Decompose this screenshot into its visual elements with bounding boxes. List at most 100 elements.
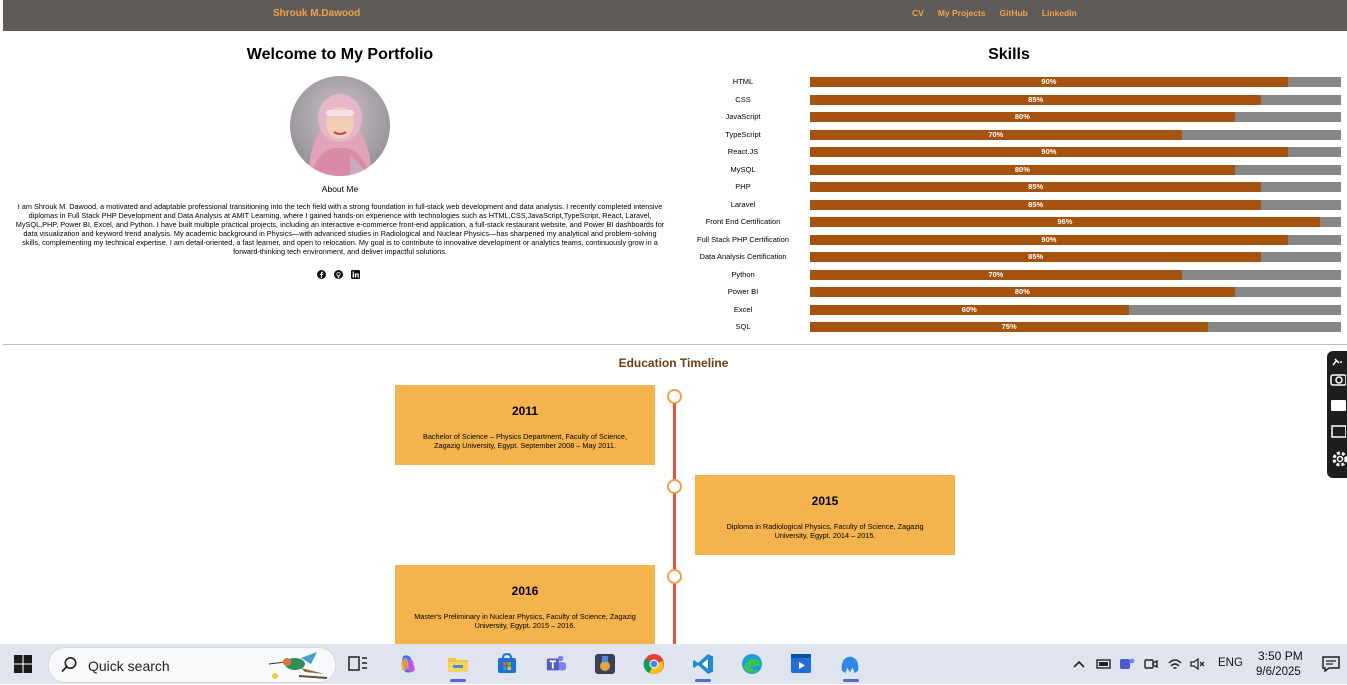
skill-progress-track: 85% [810,252,1341,262]
gear-icon[interactable] [1330,450,1347,467]
github-icon[interactable] [334,266,343,279]
skill-row: JavaScript 80% [680,112,1341,122]
clock-date[interactable]: 9/6/2025 [1256,666,1301,678]
skill-name: PHP [735,182,751,191]
region-select-icon[interactable] [1330,424,1347,438]
taskbar-search-box[interactable]: Quick search [48,647,336,683]
skill-percent-label: 90% [1041,234,1057,244]
app-icon[interactable] [839,653,861,682]
timeline-year: 2015 [811,494,839,508]
battery-icon[interactable] [1094,653,1114,675]
video-editor-icon[interactable] [790,653,812,675]
game-app-icon[interactable] [594,653,616,675]
skill-progress-track: 90% [810,147,1341,157]
education-timeline-title: Education Timeline [618,356,729,370]
skill-progress-track: 80% [810,287,1341,297]
skill-row: Data Analysis Certification 85% [680,252,1341,262]
file-explorer-icon[interactable] [447,653,469,682]
skill-progress-track: 85% [810,94,1341,105]
meet-icon[interactable] [1141,653,1161,675]
skill-percent-label: 80% [1014,112,1030,121]
skill-progress-track: 60% [810,304,1341,315]
task-view-icon[interactable] [347,653,369,675]
windows-taskbar: Quick search ENG 3:50 PM 9/6/2025 [0,644,1347,684]
active-indicator [843,679,859,682]
wifi-icon[interactable] [1165,653,1185,675]
skill-name: Front End Certification [705,217,781,226]
skill-name: Data Analysis Certification [699,252,787,261]
skills-heading: Skills [988,46,1030,63]
skill-progress-track: 85% [810,182,1341,192]
timeline-dot [667,569,682,584]
timeline-line [673,395,676,645]
teams-icon[interactable] [545,653,567,675]
vscode-icon[interactable] [692,653,714,682]
clock-time[interactable]: 3:50 PM [1258,649,1303,663]
skill-name: JavaScript [725,112,761,121]
nav-link-github[interactable]: GitHub [1000,8,1028,18]
skill-row: HTML 90% [680,77,1341,87]
pin-icon[interactable] [1330,354,1346,368]
timeline-description: Bachelor of Science – Physics Department… [422,432,627,450]
skill-progress-track: 96% [810,217,1341,227]
nav-links: CV My Projects GitHub LinkedIn [912,8,1077,18]
skill-row: PHP 85% [680,182,1341,192]
skill-name: Full Stack PHP Certification [697,234,789,244]
skill-name: SQL [735,322,751,331]
timeline-dot [667,389,682,404]
chrome-icon[interactable] [643,653,665,675]
skill-progress-track: 90% [810,77,1341,87]
nav-link-linkedin[interactable]: LinkedIn [1042,8,1077,18]
skill-progress-track: 80% [810,164,1341,175]
facebook-icon[interactable] [317,266,326,279]
skill-percent-label: 80% [1014,287,1030,296]
skill-name: TypeScript [725,129,761,139]
microsoft-store-icon[interactable] [496,653,518,675]
notifications-icon[interactable] [1321,653,1341,675]
skill-name: HTML [732,77,754,86]
search-icon [60,656,78,679]
welcome-heading: Welcome to My Portfolio [246,46,434,63]
skill-name: MySQL [730,164,756,174]
camera-icon[interactable] [1330,372,1347,386]
skill-percent-label: 90% [1041,147,1057,156]
skill-progress-track: 70% [810,129,1341,140]
skill-progress-track: 70% [810,269,1341,280]
brand-link[interactable]: Shrouk M.Dawood [273,8,360,19]
volume-muted-icon[interactable] [1188,653,1208,675]
copilot-icon[interactable] [397,653,419,675]
skill-row: TypeScript 70% [680,129,1341,140]
nav-link-cv[interactable]: CV [912,8,924,18]
linkedin-icon[interactable] [351,266,360,279]
skill-row: Python 70% [680,269,1341,280]
video-icon[interactable] [1330,398,1346,412]
skill-percent-label: 80% [1014,164,1030,174]
teams-tray-icon[interactable] [1117,653,1137,675]
timeline-card: 2015 Diploma in Radiological Physics, Fac… [695,475,955,555]
skill-percent-label: 90% [1041,77,1057,86]
skill-percent-label: 85% [1028,199,1044,209]
avatar [290,76,390,176]
hummingbird-illustration-icon [265,650,331,685]
windows-start-icon[interactable] [12,653,34,675]
skill-row: CSS 85% [680,94,1341,105]
language-indicator[interactable]: ENG [1218,657,1243,669]
skill-percent-label: 85% [1028,252,1044,261]
chevron-up-icon[interactable] [1069,653,1089,675]
skill-name: Excel [733,304,753,314]
skill-row: Excel 60% [680,304,1341,315]
timeline-description: Master's Preliminary in Nuclear Physics,… [414,612,636,630]
skill-progress-track: 75% [810,322,1341,332]
search-placeholder: Quick search [88,658,170,674]
skill-row: Full Stack PHP Certification 90% [680,234,1341,245]
skill-percent-label: 70% [988,269,1004,279]
skill-progress-track: 90% [810,234,1341,245]
edge-icon[interactable] [741,653,763,675]
active-indicator [450,679,466,682]
skill-percent-label: 85% [1028,182,1044,191]
active-indicator [695,679,711,682]
skill-name: Laravel [730,199,756,209]
about-me-text: I am Shrouk M. Dawood, a motivated and a… [15,202,665,256]
nav-link-projects[interactable]: My Projects [938,8,986,18]
skill-row: React.JS 90% [680,147,1341,157]
